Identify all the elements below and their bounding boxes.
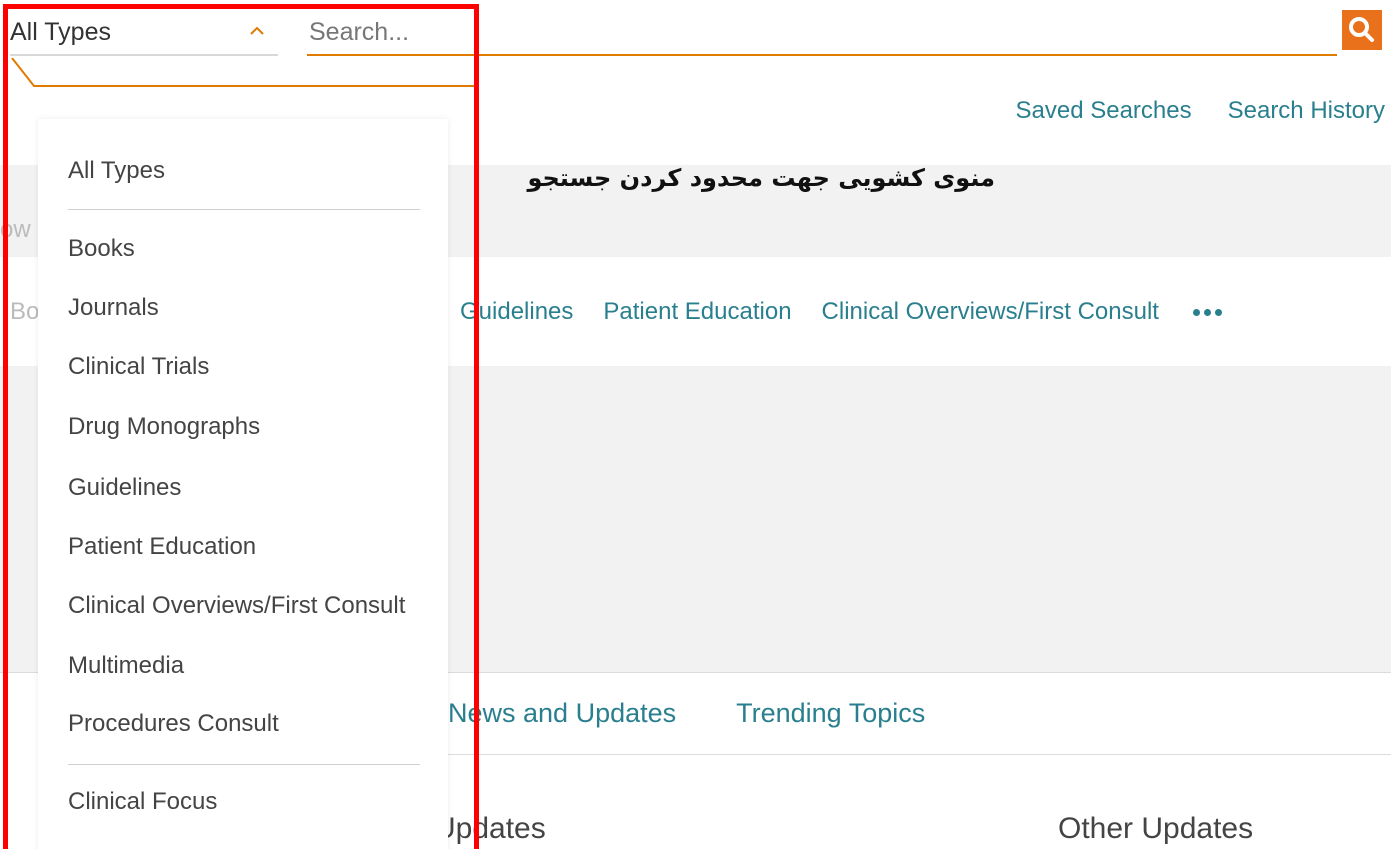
- type-dropdown-menu: All Types Books Journals Clinical Trials…: [38, 119, 448, 849]
- search-input[interactable]: [307, 10, 1337, 56]
- type-link-clinical-overviews[interactable]: Clinical Overviews/First Consult: [822, 298, 1159, 326]
- section-heading-updates: Updates: [434, 812, 546, 845]
- chevron-up-icon: [250, 26, 264, 35]
- dropdown-item-guidelines[interactable]: Guidelines: [68, 474, 181, 502]
- dropdown-item-procedures-consult[interactable]: Procedures Consult: [68, 710, 279, 738]
- section-heading-other-updates: Other Updates: [1058, 812, 1254, 845]
- type-link-patient-education[interactable]: Patient Education: [603, 298, 791, 326]
- search-button[interactable]: [1342, 10, 1382, 50]
- dropdown-item-clinical-overviews[interactable]: Clinical Overviews/First Consult: [68, 592, 405, 620]
- divider: [448, 754, 1391, 755]
- dropdown-item-patient-education[interactable]: Patient Education: [68, 533, 256, 561]
- dropdown-pointer: [11, 58, 476, 87]
- type-select-value: All Types: [10, 17, 111, 46]
- saved-searches-link[interactable]: Saved Searches: [1016, 97, 1192, 125]
- dropdown-item-drug-monographs[interactable]: Drug Monographs: [68, 413, 260, 441]
- page: All Types Saved Searches Search History …: [0, 0, 1391, 849]
- secondary-links: Saved Searches Search History: [1016, 97, 1386, 125]
- more-icon[interactable]: [1192, 308, 1222, 316]
- search-history-link[interactable]: Search History: [1228, 97, 1385, 125]
- dropdown-item-all-types[interactable]: All Types: [68, 157, 165, 185]
- tab-trending-topics[interactable]: Trending Topics: [736, 698, 925, 729]
- content-type-links: Guidelines Patient Education Clinical Ov…: [460, 298, 1222, 326]
- dropdown-divider: [68, 764, 420, 765]
- dropdown-divider: [68, 209, 420, 210]
- annotation-text: منوی کشویی جهت محدود کردن جستجو: [527, 164, 995, 192]
- type-link-guidelines[interactable]: Guidelines: [460, 298, 573, 326]
- dropdown-item-books[interactable]: Books: [68, 235, 135, 263]
- type-select[interactable]: All Types: [10, 10, 278, 56]
- dropdown-item-clinical-focus[interactable]: Clinical Focus: [68, 788, 217, 816]
- search-icon: [1349, 17, 1374, 42]
- partial-text: ow: [0, 216, 31, 243]
- dropdown-item-multimedia[interactable]: Multimedia: [68, 652, 184, 680]
- dropdown-item-journals[interactable]: Journals: [68, 294, 159, 322]
- tab-news-and-updates[interactable]: News and Updates: [448, 698, 676, 729]
- dropdown-item-clinical-trials[interactable]: Clinical Trials: [68, 353, 209, 381]
- news-tabs: News and Updates Trending Topics: [448, 698, 925, 729]
- partial-text: Bo: [10, 298, 40, 325]
